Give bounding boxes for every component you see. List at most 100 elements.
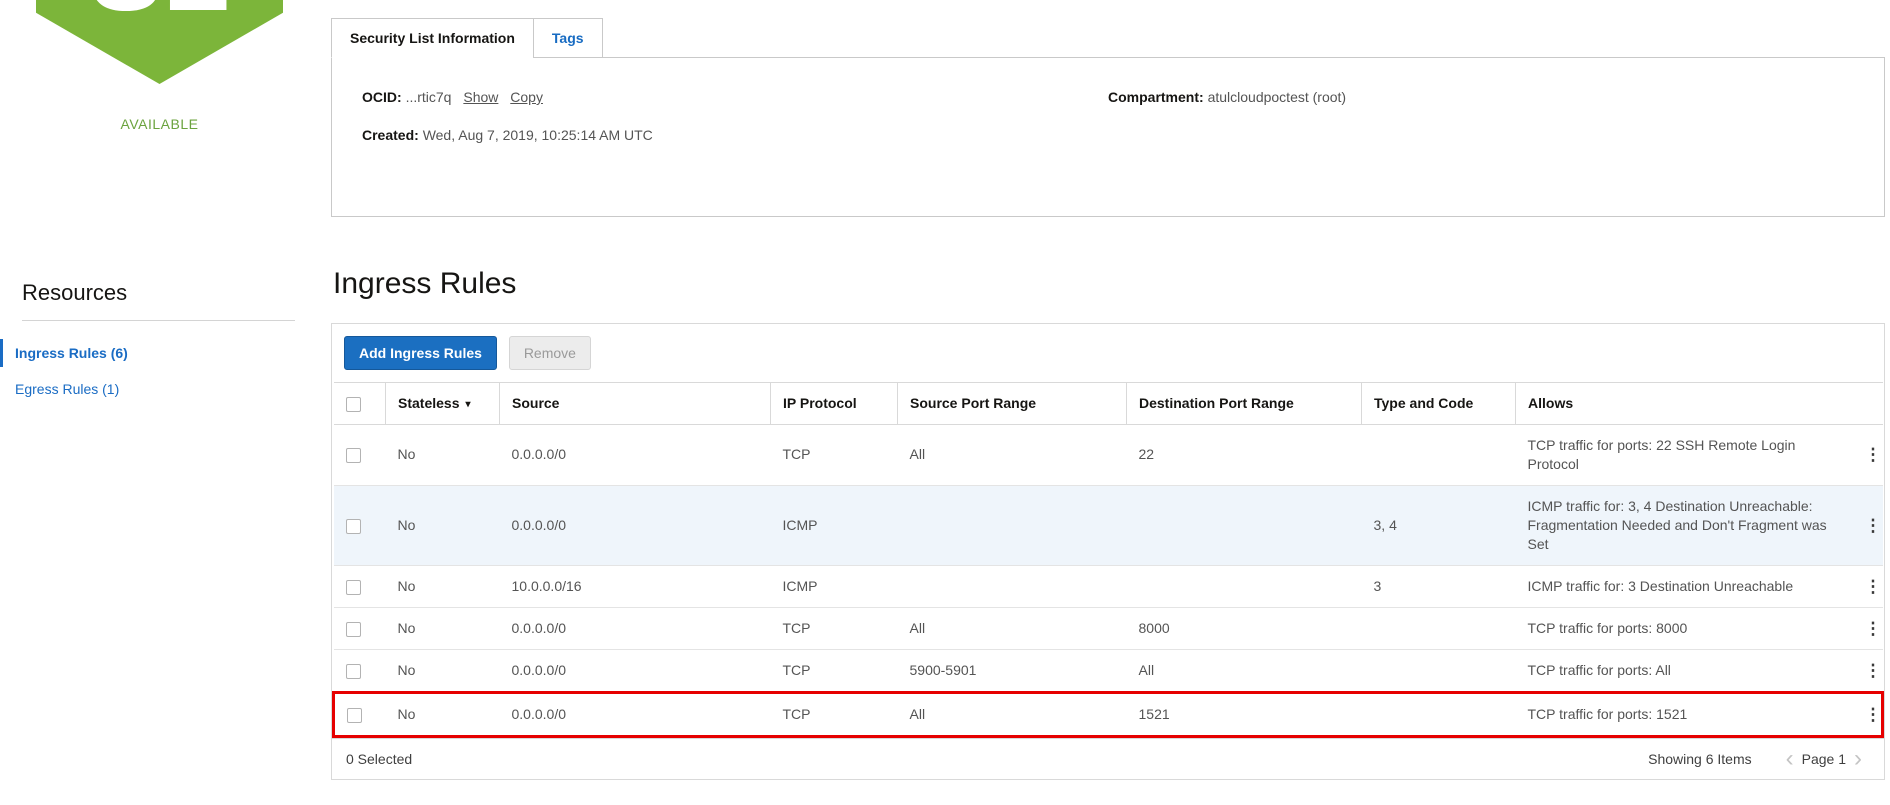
row-checkbox[interactable] [345,621,361,637]
select-all-cell [333,382,386,425]
select-all-checkbox[interactable] [345,396,361,412]
ocid-value: ...rtic7q [405,89,452,105]
main-content: Security List Information Tags OCID: ...… [331,0,1890,805]
cell-allows: TCP traffic for ports: 1521 [1515,690,1853,738]
chevron-left-icon[interactable]: ‹ [1778,746,1802,770]
cell-src-port [897,564,1127,608]
source-port-range-header: Source Port Range [897,382,1127,425]
cell-protocol: TCP [770,648,898,693]
page-title: Ingress Rules [333,267,517,300]
cell-source: 0.0.0.0/0 [499,648,771,693]
ingress-rules-table: Stateless ▾ Source IP Protocol Source Por… [332,382,1884,738]
stateless-header-label: Stateless [398,395,460,412]
cell-source: 0.0.0.0/0 [499,606,771,650]
table-row: No 0.0.0.0/0 TCP All 22 TCP traffic for … [333,423,1883,486]
ocid-show-link[interactable]: Show [463,89,498,105]
detail-tabs: Security List Information Tags [331,18,1885,58]
compartment-label: Compartment: [1108,89,1204,105]
cell-type-code [1361,423,1516,486]
cell-stateless: No [385,564,500,608]
ingress-rules-card: Add Ingress Rules Remove Stateless ▾ Sour… [331,323,1885,780]
resources-heading: Resources [22,280,128,305]
table-header-row: Stateless ▾ Source IP Protocol Source Por… [333,382,1883,425]
cell-source: 10.0.0.0/16 [499,564,771,608]
showing-items-count: Showing 6 Items [1648,750,1752,767]
status-hexagon-icon: SL [36,0,283,84]
chevron-down-icon: ▾ [465,399,471,411]
allows-header: Allows [1515,382,1883,425]
cell-protocol: TCP [770,423,898,486]
compartment-line: Compartment: atulcloudpoctest (root) [1108,86,1854,108]
table-row: No 0.0.0.0/0 TCP All 8000 TCP traffic fo… [333,606,1883,650]
cell-protocol: TCP [770,690,898,738]
cell-allows: TCP traffic for ports: 8000 [1515,606,1853,650]
type-and-code-header: Type and Code [1361,382,1516,425]
cell-src-port: 5900-5901 [897,648,1127,693]
destination-port-range-header: Destination Port Range [1126,382,1362,425]
ocid-copy-link[interactable]: Copy [510,89,543,105]
cell-allows: TCP traffic for ports: All [1515,648,1853,693]
resources-divider [22,320,295,321]
row-checkbox[interactable] [345,448,361,464]
row-checkbox[interactable] [347,707,362,723]
row-checkbox[interactable] [345,663,361,679]
sidebar-item-egress-rules[interactable]: Egress Rules (1) [0,375,331,403]
cell-type-code: 3, 4 [1361,484,1516,566]
cell-protocol: ICMP [770,484,898,566]
cell-stateless: No [385,423,500,486]
cell-src-port: All [897,606,1127,650]
row-actions-menu-icon[interactable]: ⋮ [1865,705,1882,724]
cell-type-code [1361,690,1516,738]
table-row-highlighted: No 0.0.0.0/0 TCP All 1521 TCP traffic fo… [332,690,1884,738]
cell-source: 0.0.0.0/0 [499,484,771,566]
cell-src-port: All [897,690,1127,738]
cell-type-code: 3 [1361,564,1516,608]
tab-tags[interactable]: Tags [532,18,603,58]
cell-src-port [897,484,1127,566]
chevron-right-icon[interactable]: › [1846,746,1870,770]
cell-protocol: TCP [770,606,898,650]
add-ingress-rules-button[interactable]: Add Ingress Rules [344,336,497,370]
cell-allows: TCP traffic for ports: 22 SSH Remote Log… [1515,423,1853,486]
cell-type-code [1361,648,1516,693]
ocid-label: OCID: [362,89,402,105]
ip-protocol-header: IP Protocol [770,382,898,425]
row-actions-menu-icon[interactable]: ⋮ [1865,577,1882,596]
panel-right-column: Compartment: atulcloudpoctest (root) [1108,86,1854,146]
row-actions-menu-icon[interactable]: ⋮ [1865,445,1882,464]
row-actions-menu-icon[interactable]: ⋮ [1865,516,1882,535]
cell-stateless: No [385,484,500,566]
cell-dst-port [1126,564,1362,608]
selected-count: 0 Selected [346,750,413,767]
remove-button[interactable]: Remove [508,336,591,370]
cell-dst-port [1126,484,1362,566]
tab-security-list-information[interactable]: Security List Information [331,18,534,58]
cell-stateless: No [385,606,500,650]
cell-stateless: No [385,648,500,693]
cell-source: 0.0.0.0/0 [499,423,771,486]
cell-allows: ICMP traffic for: 3, 4 Destination Unrea… [1515,484,1853,566]
stateless-header[interactable]: Stateless ▾ [385,382,500,425]
table-row: No 0.0.0.0/0 TCP 5900-5901 All TCP traff… [333,648,1883,693]
page: SL AVAILABLE Resources Ingress Rules (6)… [0,0,1890,805]
compartment-value: atulcloudpoctest (root) [1207,89,1347,105]
ocid-line: OCID: ...rtic7q Show Copy [362,86,1108,108]
pagination: Showing 6 Items ‹ Page 1 › [1648,746,1870,770]
cell-stateless: No [385,690,500,738]
table-row: No 0.0.0.0/0 ICMP 3, 4 ICMP traffic for:… [333,484,1883,566]
row-actions-menu-icon[interactable]: ⋮ [1865,619,1882,638]
cell-dst-port: All [1126,648,1362,693]
row-checkbox[interactable] [345,579,361,595]
source-header: Source [499,382,771,425]
resources-nav: Ingress Rules (6) Egress Rules (1) [0,339,331,403]
table-toolbar: Add Ingress Rules Remove [332,324,1884,382]
cell-source: 0.0.0.0/0 [499,690,771,738]
cell-dst-port: 22 [1126,423,1362,486]
cell-src-port: All [897,423,1127,486]
page-indicator: Page 1 [1801,750,1846,767]
cell-type-code [1361,606,1516,650]
sidebar-item-ingress-rules[interactable]: Ingress Rules (6) [0,339,331,367]
table-footer: 0 Selected Showing 6 Items ‹ Page 1 › [332,737,1884,779]
row-checkbox[interactable] [345,518,361,534]
row-actions-menu-icon[interactable]: ⋮ [1865,661,1882,680]
